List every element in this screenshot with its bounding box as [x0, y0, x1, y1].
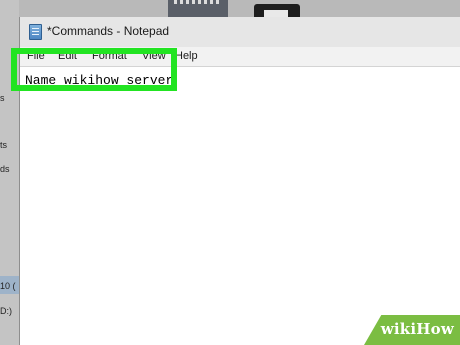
menu-edit[interactable]: Edit [58, 50, 77, 62]
menu-format[interactable]: Format [92, 50, 127, 62]
menu-file[interactable]: File [27, 50, 45, 62]
menu-help[interactable]: Help [175, 50, 198, 62]
window-title: *Commands - Notepad [47, 24, 170, 38]
desktop-label[interactable]: ts [0, 140, 7, 150]
notepad-window: *Commands - Notepad File Edit Format Vie… [19, 17, 460, 345]
text-editor-area[interactable]: Name wikihow_server [20, 66, 460, 345]
menu-bar: File Edit Format View Help [20, 47, 460, 66]
menu-view[interactable]: View [142, 50, 166, 62]
desktop-label[interactable]: D:) [0, 306, 12, 316]
editor-text-line[interactable]: Name wikihow_server [25, 72, 176, 88]
notepad-icon [29, 24, 42, 40]
watermark-text: wikiHow [380, 320, 454, 338]
editor-text: Name wikihow_server [25, 73, 174, 88]
desktop-label[interactable]: 10 ( [0, 281, 16, 291]
desktop-label[interactable]: ds [0, 164, 10, 174]
desktop-file-list: s ts ds 10 ( D:) [0, 0, 19, 345]
text-cursor [174, 72, 176, 87]
desktop-label[interactable]: s [0, 93, 5, 103]
title-bar[interactable]: *Commands - Notepad [20, 17, 460, 47]
